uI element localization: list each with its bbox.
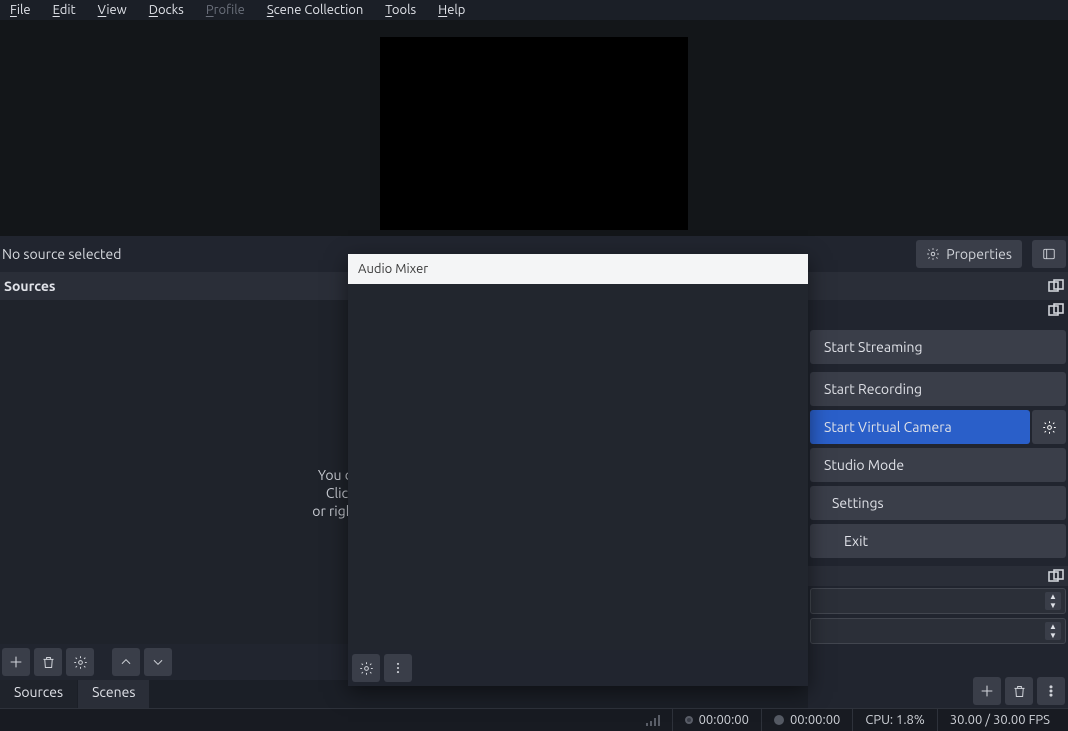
status-cpu: CPU: 1.8% (852, 709, 936, 731)
status-bar: 00:00:00 00:00:00 CPU: 1.8% 30.00 / 30.0… (0, 708, 1068, 731)
settings-button[interactable]: Settings (810, 486, 1066, 520)
no-source-label: No source selected (2, 246, 121, 262)
preview-canvas[interactable] (380, 37, 688, 230)
source-properties-button[interactable] (66, 648, 94, 676)
audio-mixer-body (348, 284, 808, 650)
filters-button[interactable]: Filters (1032, 240, 1066, 268)
transition-menu-button[interactable] (1037, 677, 1065, 705)
start-recording-button[interactable]: Start Recording (810, 372, 1066, 406)
updown-icon: ▲▼ (1045, 592, 1061, 610)
menu-profile[interactable]: ProfileProfile (196, 2, 257, 19)
menu-help[interactable]: HelpHelp (428, 2, 477, 19)
remove-source-button[interactable] (34, 648, 62, 676)
stream-dot-icon (774, 715, 784, 725)
status-recording: 00:00:00 (672, 709, 761, 731)
exit-button[interactable]: Exit (810, 524, 1066, 558)
start-virtual-camera-button[interactable]: Start Virtual Camera (810, 410, 1030, 444)
updown-icon: ▲▼ (1045, 622, 1061, 640)
popout-icon[interactable] (1048, 303, 1064, 317)
menu-edit[interactable]: EditEdit (43, 2, 88, 19)
move-source-down-button[interactable] (144, 648, 172, 676)
audio-mixer-menu-button[interactable] (384, 654, 412, 682)
menubar: FFileile EditEdit ViewView DocksDocks Pr… (0, 0, 1068, 20)
audio-mixer-settings-button[interactable] (352, 654, 380, 682)
move-source-up-button[interactable] (112, 648, 140, 676)
tab-sources[interactable]: Sources (0, 680, 78, 708)
menu-file[interactable]: FFileile (0, 2, 43, 19)
studio-mode-button[interactable]: Studio Mode (810, 448, 1066, 482)
transition-controls (808, 674, 1068, 708)
popout-icon[interactable] (1048, 569, 1064, 583)
network-indicator (634, 709, 672, 731)
add-source-button[interactable] (2, 648, 30, 676)
menu-docks[interactable]: DocksDocks (139, 2, 196, 19)
start-streaming-button[interactable]: Start Streaming (810, 330, 1066, 364)
tab-scenes[interactable]: Scenes (78, 680, 150, 708)
status-streaming: 00:00:00 (761, 709, 852, 731)
bars-icon (646, 714, 660, 726)
remove-transition-button[interactable] (1005, 677, 1033, 705)
audio-mixer-title: Audio Mixer (358, 262, 428, 276)
audio-mixer-window[interactable]: Audio Mixer (348, 254, 808, 686)
properties-button[interactable]: Properties (916, 240, 1022, 268)
menu-tools[interactable]: ToolsTools (375, 2, 428, 19)
audio-mixer-titlebar[interactable]: Audio Mixer (348, 254, 808, 284)
gear-icon (926, 247, 940, 261)
sources-title: Sources (4, 278, 56, 294)
status-fps: 30.00 / 30.00 FPS (937, 709, 1062, 731)
menu-view[interactable]: ViewView (88, 2, 139, 19)
add-transition-button[interactable] (973, 677, 1001, 705)
preview-area (0, 20, 1068, 236)
audio-mixer-footer (348, 650, 808, 686)
virtual-camera-settings-button[interactable] (1032, 410, 1066, 444)
menu-scene-collection[interactable]: Scene CollectionScene Collection (257, 2, 375, 19)
popout-icon[interactable] (1048, 279, 1064, 293)
transition-select[interactable]: ▲▼ (810, 588, 1066, 614)
transition-duration[interactable]: ▲▼ (810, 618, 1066, 644)
properties-label: Properties (946, 246, 1012, 262)
filters-icon (1042, 247, 1056, 261)
record-dot-icon (685, 716, 693, 724)
controls-panel: Start Streaming Start Recording Start Vi… (808, 300, 1068, 708)
